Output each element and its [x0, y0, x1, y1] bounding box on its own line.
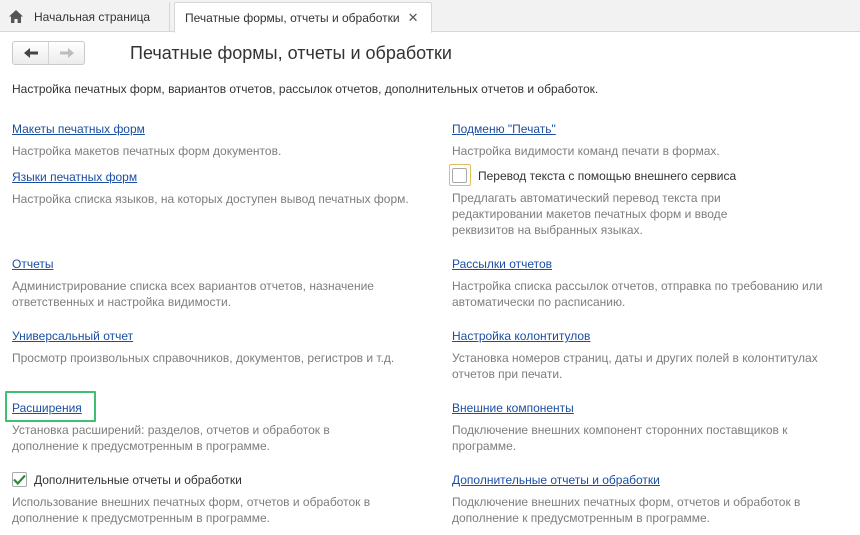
extensions-link[interactable]: Расширения	[12, 401, 82, 415]
print-layouts-link[interactable]: Макеты печатных форм	[12, 122, 145, 136]
tab-bar: Начальная страница Печатные формы, отчет…	[0, 0, 860, 33]
arrow-right-icon	[59, 48, 74, 58]
additional-reports-link[interactable]: Дополнительные отчеты и обработки	[452, 473, 660, 487]
universal-report-description: Просмотр произвольных справочников, доку…	[12, 351, 395, 365]
additional-reports-checkbox[interactable]	[12, 472, 27, 487]
additional-reports-description: Использование внешних печатных форм, отч…	[12, 495, 371, 525]
print-languages-link[interactable]: Языки печатных форм	[12, 170, 137, 184]
universal-report-link[interactable]: Универсальный отчет	[12, 329, 133, 343]
arrow-left-icon	[23, 48, 38, 58]
check-icon	[13, 474, 26, 485]
headers-footers-description: Установка номеров страниц, даты и других…	[452, 351, 818, 381]
additional-reports-right-description: Подключение внешних печатных форм, отчет…	[452, 495, 801, 525]
translation-checkbox-row[interactable]: Перевод текста с помощью внешнего сервис…	[452, 168, 736, 183]
forward-button[interactable]	[48, 42, 84, 64]
extensions-description: Установка расширений: разделов, отчетов …	[12, 423, 330, 453]
page-intro: Настройка печатных форм, вариантов отчет…	[12, 82, 599, 96]
translation-description: Предлагать автоматический перевод текста…	[452, 191, 728, 237]
external-components-link[interactable]: Внешние компоненты	[452, 401, 574, 415]
report-mailings-link[interactable]: Рассылки отчетов	[452, 257, 552, 271]
translation-checkbox[interactable]	[452, 168, 467, 183]
back-button[interactable]	[13, 42, 48, 64]
additional-reports-checkbox-row[interactable]: Дополнительные отчеты и обработки	[12, 472, 242, 487]
additional-reports-checkbox-label: Дополнительные отчеты и обработки	[34, 472, 242, 487]
print-layouts-description: Настройка макетов печатных форм документ…	[12, 144, 282, 158]
close-icon[interactable]: ✕	[408, 11, 419, 24]
reports-link[interactable]: Отчеты	[12, 257, 53, 271]
print-submenu-link[interactable]: Подменю "Печать"	[452, 122, 556, 136]
tab-print-forms-label: Печатные формы, отчеты и обработки	[185, 10, 400, 25]
tab-print-forms[interactable]: Печатные формы, отчеты и обработки ✕	[174, 2, 432, 33]
tab-home[interactable]: Начальная страница	[0, 2, 170, 32]
report-mailings-description: Настройка списка рассылок отчетов, отпра…	[452, 279, 823, 309]
print-languages-description: Настройка списка языков, на которых дост…	[12, 192, 409, 206]
navigation-buttons	[12, 41, 85, 65]
tab-home-label: Начальная страница	[34, 10, 151, 24]
print-submenu-description: Настройка видимости команд печати в форм…	[452, 144, 720, 158]
page-title: Печатные формы, отчеты и обработки	[130, 43, 452, 63]
home-icon	[8, 9, 26, 25]
headers-footers-link[interactable]: Настройка колонтитулов	[452, 329, 590, 343]
external-components-description: Подключение внешних компонент сторонних …	[452, 423, 788, 453]
translation-checkbox-label: Перевод текста с помощью внешнего сервис…	[478, 168, 737, 183]
reports-description: Администрирование списка всех вариантов …	[12, 279, 374, 309]
